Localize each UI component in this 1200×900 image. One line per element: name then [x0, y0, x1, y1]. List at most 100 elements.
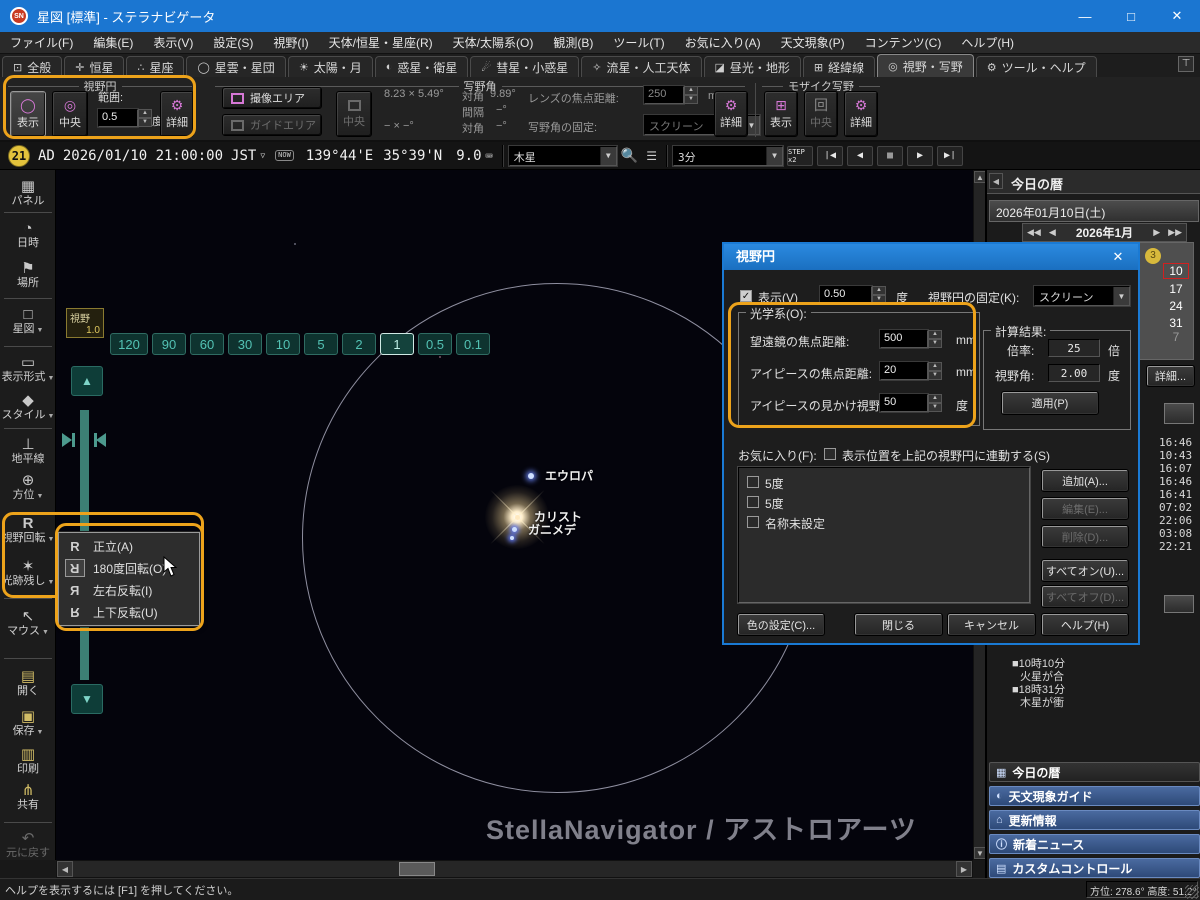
- play-forward-button[interactable]: ▶: [907, 146, 933, 166]
- calendar-prev-year-button[interactable]: ◀◀: [1023, 227, 1045, 238]
- delete-button[interactable]: 削除(D)...: [1042, 526, 1128, 547]
- sidebar-item-undo[interactable]: ↶元に戻す: [0, 830, 56, 860]
- add-button[interactable]: 追加(A)...: [1042, 470, 1128, 491]
- menu-fov[interactable]: 視野(I): [263, 34, 318, 51]
- accordion-today-calendar[interactable]: ▦今日の暦: [989, 762, 1200, 782]
- tab-constellation[interactable]: ∴星座: [126, 56, 184, 77]
- calendar-next-year-button[interactable]: ▶▶: [1164, 227, 1186, 238]
- cancel-button[interactable]: キャンセル: [948, 614, 1035, 635]
- menu-contents[interactable]: コンテンツ(C): [855, 34, 952, 51]
- altitude-value[interactable]: 9.0: [456, 148, 481, 164]
- moon-star[interactable]: [512, 527, 517, 532]
- datetime-value[interactable]: 2026/01/10 21:00:00: [63, 148, 223, 164]
- calendar-prev-button[interactable]: ◀: [1045, 227, 1060, 238]
- zoom-out-button[interactable]: ▲: [71, 366, 103, 396]
- photo-center-button[interactable]: 中央: [336, 91, 372, 137]
- scroll-left-icon[interactable]: ◀: [57, 861, 73, 877]
- spinner-arrows[interactable]: ▲▼: [872, 286, 886, 304]
- help-button[interactable]: ヘルプ(H): [1042, 614, 1128, 635]
- sidebar-item-direction[interactable]: ⊕方位 ▼: [0, 472, 56, 503]
- favorite-item[interactable]: 5度: [765, 475, 784, 492]
- menu-edit[interactable]: 編集(E): [83, 34, 143, 51]
- timezone-dropdown-icon[interactable]: ▽: [260, 151, 265, 160]
- favorite-checkbox[interactable]: [747, 516, 759, 528]
- calendar-day[interactable]: 31: [1163, 316, 1189, 330]
- scroll-right-icon[interactable]: ▶: [956, 861, 972, 877]
- scrollbar-thumb[interactable]: [399, 862, 435, 876]
- latitude-value[interactable]: 35°39'N: [383, 148, 442, 164]
- keyboard-icon[interactable]: ⌨: [486, 149, 493, 163]
- longitude-value[interactable]: 139°44'E: [306, 148, 373, 164]
- sidebar-item-share[interactable]: ⋔共有: [0, 782, 56, 812]
- calendar-day-selected[interactable]: 10: [1163, 263, 1189, 279]
- menu-favorites[interactable]: お気に入り(A): [675, 34, 771, 51]
- menu-item-flip-vertical[interactable]: R上下反転(U): [61, 601, 197, 623]
- menu-stars[interactable]: 天体/恒星・星座(R): [319, 34, 443, 51]
- sidebar-item-save[interactable]: ▣保存 ▼: [0, 708, 56, 739]
- sidebar-item-display-format[interactable]: ▭表示形式 ▼: [0, 354, 56, 385]
- menu-phenomena[interactable]: 天文現象(P): [771, 34, 855, 51]
- stop-button[interactable]: ■: [877, 146, 903, 166]
- calendar-next-button[interactable]: ▶: [1149, 227, 1164, 238]
- capture-area-button[interactable]: 撮像エリア: [222, 87, 322, 109]
- favorite-item[interactable]: 名称未設定: [765, 515, 825, 532]
- tab-general[interactable]: ⊡全般: [2, 56, 62, 77]
- calendar-detail-button[interactable]: 詳細...: [1147, 366, 1194, 386]
- dialog-title-bar[interactable]: 視野円: [724, 244, 1138, 270]
- dialog-close-icon[interactable]: ✕: [1106, 248, 1130, 266]
- fov-value-spinner[interactable]: 0.50 ▲▼: [820, 286, 886, 304]
- show-checkbox[interactable]: ✓: [740, 290, 752, 302]
- all-off-button[interactable]: すべてオフ(D)...: [1042, 586, 1128, 607]
- partial-button[interactable]: [1164, 595, 1194, 613]
- fov-button-5[interactable]: 5: [304, 333, 338, 355]
- target-combo[interactable]: 木星▼: [509, 146, 617, 166]
- fov-button-120[interactable]: 120: [110, 333, 148, 355]
- time-step-combo[interactable]: 3分▼: [673, 146, 783, 166]
- link-fov-checkbox[interactable]: [824, 448, 836, 460]
- apply-button[interactable]: 適用(P): [1002, 392, 1098, 414]
- tab-nebula[interactable]: ◯星雲・星団: [186, 56, 285, 77]
- sidebar-item-open[interactable]: ▤開く: [0, 668, 56, 698]
- sidebar-item-style[interactable]: ◆スタイル ▼: [0, 392, 56, 423]
- sidebar-item-fov-rotation[interactable]: R視野回転 ▼: [0, 515, 56, 546]
- edit-button[interactable]: 編集(E)...: [1042, 498, 1128, 519]
- telescope-focal-spinner[interactable]: 500 ▲▼: [880, 330, 942, 348]
- tab-sun-moon[interactable]: ☀太陽・月: [288, 56, 373, 77]
- moon-age-badge[interactable]: 21: [8, 145, 30, 167]
- spinner-arrows[interactable]: ▲▼: [684, 86, 698, 104]
- mosaic-center-button[interactable]: 回中央: [804, 91, 838, 137]
- fix-combo[interactable]: スクリーン▼: [1034, 286, 1130, 306]
- apparent-fov-spinner[interactable]: 50 ▲▼: [880, 394, 942, 412]
- all-on-button[interactable]: すべてオン(U)...: [1042, 560, 1128, 581]
- eyepiece-focal-spinner[interactable]: 20 ▲▼: [880, 362, 942, 380]
- guide-area-button[interactable]: ガイドエリア: [222, 114, 322, 136]
- calendar-day-next-month[interactable]: 7: [1163, 330, 1189, 344]
- now-clock-icon[interactable]: NOW: [275, 150, 294, 161]
- tab-daylight-terrain[interactable]: ◪昼光・地形: [704, 56, 801, 77]
- list-icon[interactable]: ☰: [646, 149, 657, 163]
- tab-fov-photo[interactable]: ◎視野・写野: [877, 54, 974, 77]
- close-button[interactable]: ✕: [1154, 0, 1200, 32]
- mosaic-detail-button[interactable]: ⚙詳細: [844, 91, 878, 137]
- favorite-checkbox[interactable]: [747, 496, 759, 508]
- menu-file[interactable]: ファイル(F): [0, 34, 83, 51]
- tab-gridlines[interactable]: ⊞経緯線: [803, 56, 875, 77]
- sidebar-item-light-trail[interactable]: ✶光跡残し ▼: [0, 558, 56, 589]
- fov-button-60[interactable]: 60: [190, 333, 224, 355]
- fov-button-01[interactable]: 0.1: [456, 333, 490, 355]
- sidebar-item-horizon[interactable]: ⊥地平線: [0, 436, 56, 466]
- favorite-checkbox[interactable]: [747, 476, 759, 488]
- pin-toolbar-icon[interactable]: ⊤: [1178, 56, 1194, 72]
- color-settings-button[interactable]: 色の設定(C)...: [738, 614, 824, 635]
- partial-button[interactable]: [1164, 403, 1194, 424]
- sidebar-item-starchart[interactable]: □星図 ▼: [0, 306, 56, 337]
- favorite-item[interactable]: 5度: [765, 495, 784, 512]
- menu-tools[interactable]: ツール(T): [603, 34, 674, 51]
- menu-observe[interactable]: 観測(B): [543, 34, 603, 51]
- menu-settings[interactable]: 設定(S): [203, 34, 263, 51]
- sidebar-item-print[interactable]: ▥印刷: [0, 746, 56, 776]
- fov-circle-center-button[interactable]: ◎中央: [52, 91, 88, 137]
- fov-button-1[interactable]: 1: [380, 333, 414, 355]
- europa-star[interactable]: [528, 473, 534, 479]
- skip-start-button[interactable]: ❘◀: [817, 146, 843, 166]
